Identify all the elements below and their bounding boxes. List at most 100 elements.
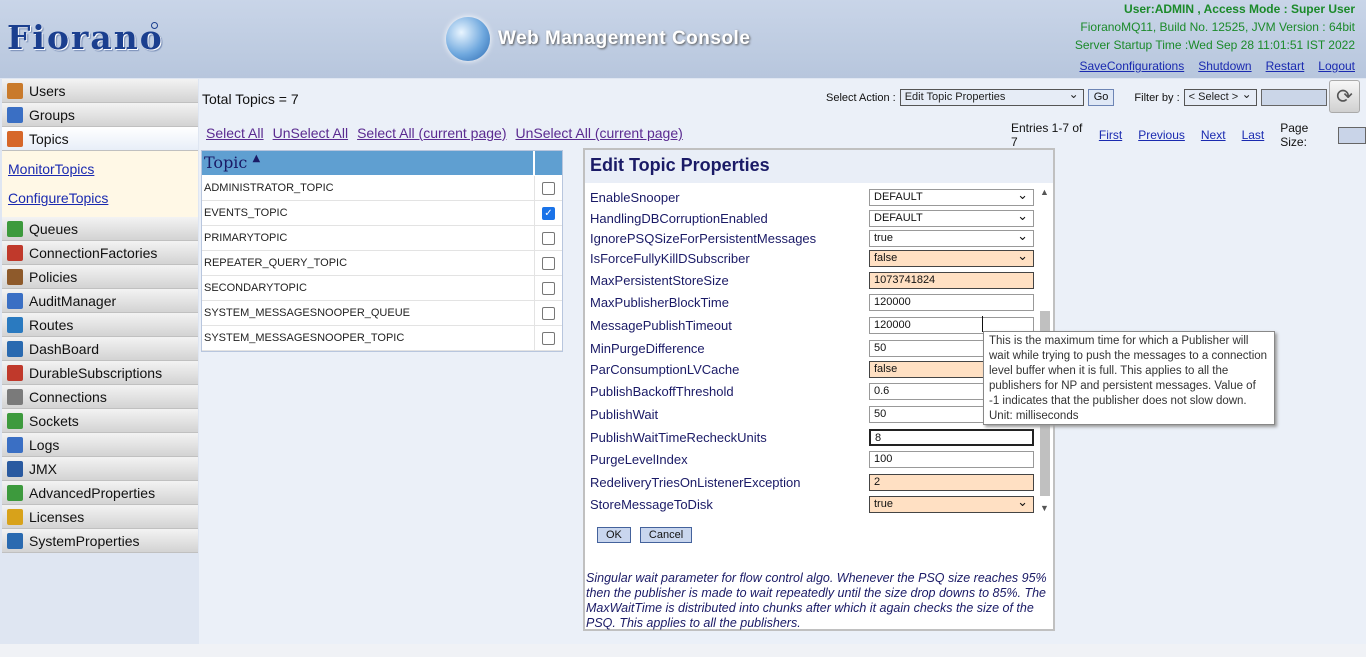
property-input[interactable]: 8 bbox=[869, 429, 1034, 446]
topic-column-header[interactable]: Topic ▲ bbox=[202, 151, 535, 175]
sidebar-item-users[interactable]: Users bbox=[2, 79, 198, 103]
jmx-icon bbox=[7, 460, 23, 477]
filter-dropdown[interactable]: < Select > bbox=[1183, 87, 1257, 106]
restart-link[interactable]: Restart bbox=[1266, 57, 1305, 75]
property-select[interactable]: true bbox=[869, 494, 1034, 513]
property-name: MinPurgeDifference bbox=[590, 341, 705, 356]
property-name: IsForceFullyKillDSubscriber bbox=[590, 251, 750, 266]
property-input[interactable]: 2 bbox=[869, 474, 1034, 491]
table-row[interactable]: ADMINISTRATOR_TOPIC bbox=[202, 176, 562, 201]
dashboard-icon bbox=[7, 340, 23, 357]
routes-icon bbox=[7, 316, 23, 333]
property-row: StoreMessageToDisk true bbox=[588, 494, 1038, 513]
row-checkbox[interactable] bbox=[542, 306, 555, 320]
licenses-icon bbox=[7, 508, 23, 525]
page-size-input[interactable] bbox=[1337, 126, 1366, 144]
sidebar-item-systemproperties[interactable]: SystemProperties bbox=[2, 529, 198, 553]
table-row[interactable]: SECONDARYTOPIC bbox=[202, 276, 562, 301]
sidebar-item-policies[interactable]: Policies bbox=[2, 265, 198, 289]
ok-button[interactable]: OK bbox=[597, 527, 631, 543]
sidebar-item-label: Policies bbox=[29, 268, 78, 285]
durable-subscriptions-icon bbox=[7, 364, 23, 381]
user-info: User:ADMIN , Access Mode : Super User Fi… bbox=[1075, 0, 1355, 75]
property-input[interactable]: 100 bbox=[869, 451, 1034, 468]
row-checkbox[interactable]: ✓ bbox=[542, 206, 555, 220]
sidebar-item-routes[interactable]: Routes bbox=[2, 313, 198, 337]
row-checkbox[interactable] bbox=[542, 281, 555, 295]
save-configurations-link[interactable]: SaveConfigurations bbox=[1080, 57, 1185, 75]
table-row[interactable]: REPEATER_QUERY_TOPIC bbox=[202, 251, 562, 276]
sidebar-item-logs[interactable]: Logs bbox=[2, 433, 198, 457]
sidebar-item-groups[interactable]: Groups bbox=[2, 103, 198, 127]
page-size-label: Page Size: bbox=[1280, 121, 1309, 149]
table-row[interactable]: SYSTEM_MESSAGESNOOPER_TOPIC bbox=[202, 326, 562, 351]
submenu-monitortopics[interactable]: MonitorTopics bbox=[8, 155, 198, 184]
row-checkbox[interactable] bbox=[542, 256, 555, 270]
submenu-configuretopics[interactable]: ConfigureTopics bbox=[8, 184, 198, 213]
user-access: User:ADMIN , Access Mode : Super User bbox=[1124, 2, 1355, 16]
sidebar-item-label: DashBoard bbox=[29, 340, 100, 357]
property-select[interactable]: true bbox=[869, 228, 1034, 247]
property-select[interactable]: DEFAULT bbox=[869, 208, 1034, 227]
sidebar-item-durablesubscriptions[interactable]: DurableSubscriptions bbox=[2, 361, 198, 385]
select-action-dropdown[interactable]: Edit Topic Properties bbox=[899, 87, 1084, 106]
globe-icon bbox=[446, 17, 490, 61]
property-row: IgnorePSQSizeForPersistentMessages true bbox=[588, 228, 1038, 247]
scroll-down-icon[interactable]: ▼ bbox=[1040, 503, 1049, 513]
table-row[interactable]: PRIMARYTOPIC bbox=[202, 226, 562, 251]
sidebar-item-queues[interactable]: Queues bbox=[2, 217, 198, 241]
cancel-button[interactable]: Cancel bbox=[639, 527, 693, 543]
sidebar-item-label: AdvancedProperties bbox=[29, 484, 156, 501]
property-name: MessagePublishTimeout bbox=[590, 318, 732, 333]
sidebar-item-connections[interactable]: Connections bbox=[2, 385, 198, 409]
property-name: StoreMessageToDisk bbox=[590, 497, 713, 512]
filter-input[interactable] bbox=[1260, 89, 1327, 106]
refresh-icon[interactable]: ⟳ bbox=[1329, 80, 1360, 113]
paging: Entries 1-7 of 7 First Previous Next Las… bbox=[1011, 121, 1366, 149]
sidebar-item-auditmanager[interactable]: AuditManager bbox=[2, 289, 198, 313]
sidebar-item-dashboard[interactable]: DashBoard bbox=[2, 337, 198, 361]
property-row: MinPurgeDifference 50 bbox=[588, 340, 1038, 357]
select-all-link[interactable]: Select All bbox=[206, 125, 264, 141]
policies-icon bbox=[7, 268, 23, 285]
previous-page-link[interactable]: Previous bbox=[1138, 128, 1185, 142]
row-checkbox[interactable] bbox=[542, 231, 555, 245]
select-all-page-link[interactable]: Select All (current page) bbox=[357, 125, 506, 141]
property-name: HandlingDBCorruptionEnabled bbox=[590, 211, 768, 226]
audit-manager-icon bbox=[7, 292, 23, 309]
unselect-all-link[interactable]: UnSelect All bbox=[273, 125, 348, 141]
text-cursor-icon bbox=[982, 316, 986, 332]
sidebar-item-label: SystemProperties bbox=[29, 532, 140, 549]
checkbox-column-header bbox=[535, 151, 562, 175]
unselect-all-page-link[interactable]: UnSelect All (current page) bbox=[515, 125, 682, 141]
table-row[interactable]: SYSTEM_MESSAGESNOOPER_QUEUE bbox=[202, 301, 562, 326]
sidebar-item-connectionfactories[interactable]: ConnectionFactories bbox=[2, 241, 198, 265]
property-select[interactable]: false bbox=[869, 248, 1034, 267]
scroll-up-icon[interactable]: ▲ bbox=[1040, 187, 1049, 197]
sidebar-item-advancedproperties[interactable]: AdvancedProperties bbox=[2, 481, 198, 505]
properties-list[interactable]: EnableSnooperDEFAULTHandlingDBCorruption… bbox=[588, 185, 1048, 515]
sidebar-item-sockets[interactable]: Sockets bbox=[2, 409, 198, 433]
logout-link[interactable]: Logout bbox=[1318, 57, 1355, 75]
topic-name: SYSTEM_MESSAGESNOOPER_TOPIC bbox=[202, 326, 535, 350]
property-input[interactable]: 120000 bbox=[869, 294, 1034, 311]
property-name: MaxPublisherBlockTime bbox=[590, 295, 729, 310]
row-checkbox[interactable] bbox=[542, 181, 555, 195]
go-button[interactable]: Go bbox=[1087, 89, 1115, 106]
select-action-label: Select Action : bbox=[826, 91, 896, 104]
shutdown-link[interactable]: Shutdown bbox=[1198, 57, 1251, 75]
table-row[interactable]: EVENTS_TOPIC ✓ bbox=[202, 201, 562, 226]
row-checkbox[interactable] bbox=[542, 331, 555, 345]
property-name: IgnorePSQSizeForPersistentMessages bbox=[590, 231, 817, 246]
next-page-link[interactable]: Next bbox=[1201, 128, 1226, 142]
sidebar-item-label: Users bbox=[29, 82, 66, 99]
first-page-link[interactable]: First bbox=[1099, 128, 1122, 142]
sidebar-item-licenses[interactable]: Licenses bbox=[2, 505, 198, 529]
sidebar-item-jmx[interactable]: JMX bbox=[2, 457, 198, 481]
topics-icon bbox=[7, 130, 23, 147]
property-select[interactable]: DEFAULT bbox=[869, 187, 1034, 206]
sidebar-item-topics[interactable]: Topics bbox=[2, 127, 198, 151]
last-page-link[interactable]: Last bbox=[1242, 128, 1265, 142]
logs-icon bbox=[7, 436, 23, 453]
property-input[interactable]: 1073741824 bbox=[869, 272, 1034, 289]
